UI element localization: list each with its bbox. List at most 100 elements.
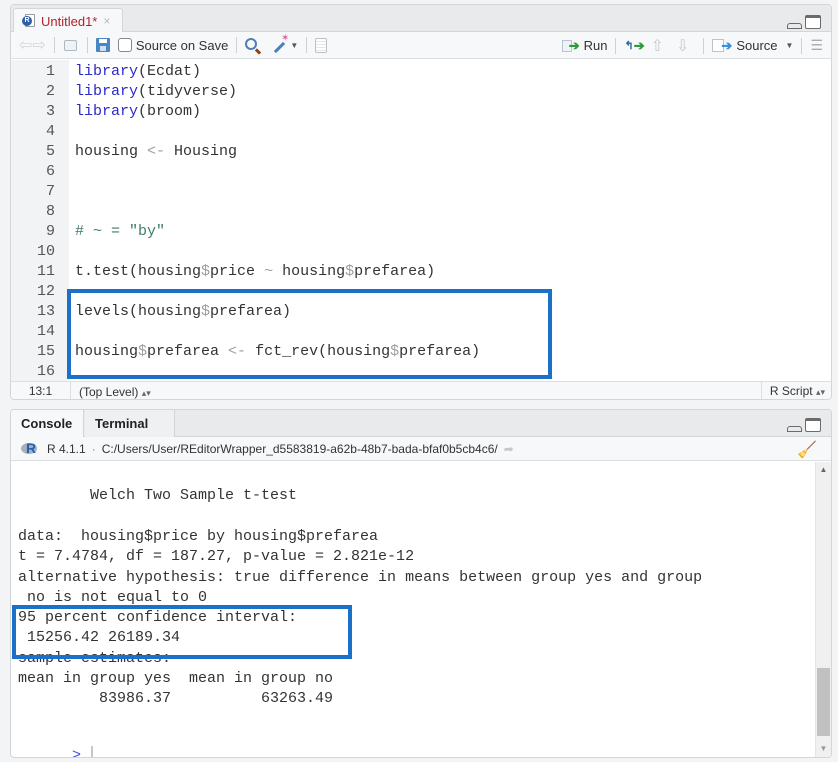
scroll-up-arrow-icon[interactable]: ▲ [816,465,831,474]
scope-selector[interactable]: (Top Level) ▴▾ [71,385,151,399]
code-line[interactable]: 5 housing <- Housing [11,142,237,162]
source-options-chevron-down-icon[interactable]: ▼ [786,41,794,50]
editor-toolbar: ⇦ ⇨ Source on Save ▼ ➔ Run ↰➔ ⇧ ⇩ ➔ So [11,32,831,59]
code-text: housing <- Housing [75,142,237,162]
code-token: levels(housing [75,303,202,320]
rerun-button[interactable]: ↰ ➔ [624,37,644,55]
code-line[interactable]: 16 [11,362,55,382]
code-line[interactable]: 11 t.test(housing$price ~ housing$prefare… [11,262,435,282]
code-text: housing$prefarea <- fct_rev(housing$pref… [75,342,480,362]
go-to-previous-section-icon[interactable]: ⇧ [651,37,664,55]
r-script-file-icon: R [22,14,35,28]
code-line[interactable]: 3 library(broom) [11,102,201,122]
clear-console-broom-icon[interactable]: 🧹 [797,440,817,460]
cursor-position: 13:1 [11,382,71,399]
code-line[interactable]: 8 [11,202,55,222]
minimize-pane-icon[interactable] [787,23,802,29]
console-tab-bar: Console Terminal × [11,410,831,458]
code-text: library(tidyverse) [75,82,237,102]
code-line[interactable]: 14 [11,322,55,342]
console-input-line[interactable]: > [18,726,94,757]
save-button[interactable] [95,36,110,54]
run-icon: ➔ [561,38,580,54]
code-operator: $ [138,343,148,360]
close-tab-icon[interactable]: × [103,14,110,28]
editor-tab-bar: R Untitled1* × [11,5,831,33]
document-outline-icon[interactable]: ☰ [810,37,823,54]
source-on-save-toggle[interactable]: Source on Save [117,37,229,53]
line-number: 5 [45,143,55,160]
tab-console[interactable]: Console [11,410,84,437]
source-editor-pane: R Untitled1* × ⇦ ⇨ Source on Save ▼ ➔ Ru… [10,4,832,400]
code-operator: $ [390,343,400,360]
show-in-new-window-icon[interactable] [63,36,79,54]
r-version: R 4.1.1 [47,441,86,456]
console-output-line: alternative hypothesis: true difference … [18,568,703,586]
console-output-line: no is not equal to 0 [18,588,208,606]
r-logo-icon: R [21,440,39,456]
compile-report-button[interactable] [315,36,328,54]
go-to-next-section-icon[interactable]: ⇩ [676,37,689,55]
code-token: t.test(housing [75,263,202,280]
maximize-pane-icon[interactable] [805,418,821,432]
scroll-down-arrow-icon[interactable]: ▼ [816,744,831,753]
file-type-selector[interactable]: R Script ▴▾ [760,382,831,399]
code-comment: # ~ = "by" [75,223,166,240]
line-number: 14 [36,323,55,340]
code-line[interactable]: 2 library(tidyverse) [11,82,237,102]
run-button[interactable]: ➔ Run [561,38,607,54]
console-info-bar: R R 4.1.1 · C:/Users/User/REditorWrapper… [11,437,831,461]
code-line[interactable]: 15 housing$prefarea <- fct_rev(housing$pr… [11,342,480,362]
line-number: 3 [45,103,55,120]
updown-chevron-icon: ▴▾ [141,387,151,398]
code-line[interactable]: 7 [11,182,55,202]
code-line[interactable]: 1 library(Ecdat) [11,62,201,82]
code-line[interactable]: 10 [11,242,55,262]
console-output[interactable]: Welch Two Sample t-test data: housing$pri… [11,462,817,757]
updown-chevron-icon: ▴▾ [815,387,825,397]
chevron-down-icon: ▼ [290,40,299,50]
code-text: t.test(housing$price ~ housing$prefarea) [75,262,435,282]
source-button[interactable]: ➔ Source [712,38,778,54]
code-operator: $ [201,263,211,280]
go-to-directory-icon[interactable]: ➦ [504,442,514,456]
document-tab-title: Untitled1* [41,13,98,29]
code-line[interactable]: 12 [11,282,55,302]
console-pane: Console Terminal × R R 4.1.1 · C:/Users/… [10,409,832,758]
code-keyword: library [75,63,139,80]
source-icon: ➔ [712,38,732,54]
source-on-save-checkbox[interactable] [117,38,132,52]
toolbar-divider [236,37,238,53]
console-scrollbar[interactable]: ▲ ▼ [815,462,831,757]
code-token: (broom) [138,103,202,120]
editor-status-bar: 13:1 (Top Level) ▴▾ R Script ▴▾ [11,381,831,399]
code-text: library(broom) [75,102,201,122]
code-token: prefarea [147,343,229,360]
toolbar-divider [306,37,308,53]
find-replace-button[interactable] [245,36,258,54]
maximize-pane-icon[interactable] [805,15,821,29]
code-line[interactable]: 4 [11,122,55,142]
console-output-line: data: housing$price by housing$prefarea [18,527,379,545]
line-number: 8 [45,203,55,220]
code-token: price [210,263,265,280]
search-icon [245,37,258,50]
code-token: (Ecdat) [138,63,202,80]
code-line[interactable]: 13 levels(housing$prefarea) [11,302,291,322]
code-text: library(Ecdat) [75,62,201,82]
code-tools-button[interactable]: ▼ [271,33,299,54]
code-line[interactable]: 9 # ~ = "by" [11,222,165,242]
line-number: 7 [45,183,55,200]
document-tab[interactable]: R Untitled1* × [13,8,123,33]
line-number: 16 [36,363,55,380]
tab-terminal[interactable]: Terminal × [85,410,175,458]
scrollbar-thumb[interactable] [817,668,830,736]
go-back-icon[interactable]: ⇦ [19,36,32,54]
source-on-save-label: Source on Save [135,37,229,53]
minimize-pane-icon[interactable] [787,426,802,432]
go-forward-icon[interactable]: ⇨ [32,36,45,54]
code-line[interactable]: 6 [11,162,55,182]
code-editor[interactable]: 1 library(Ecdat) 2 library(tidyverse) 3 libra… [11,60,831,381]
code-operator: <- [147,143,166,160]
code-token: housing [75,143,148,160]
